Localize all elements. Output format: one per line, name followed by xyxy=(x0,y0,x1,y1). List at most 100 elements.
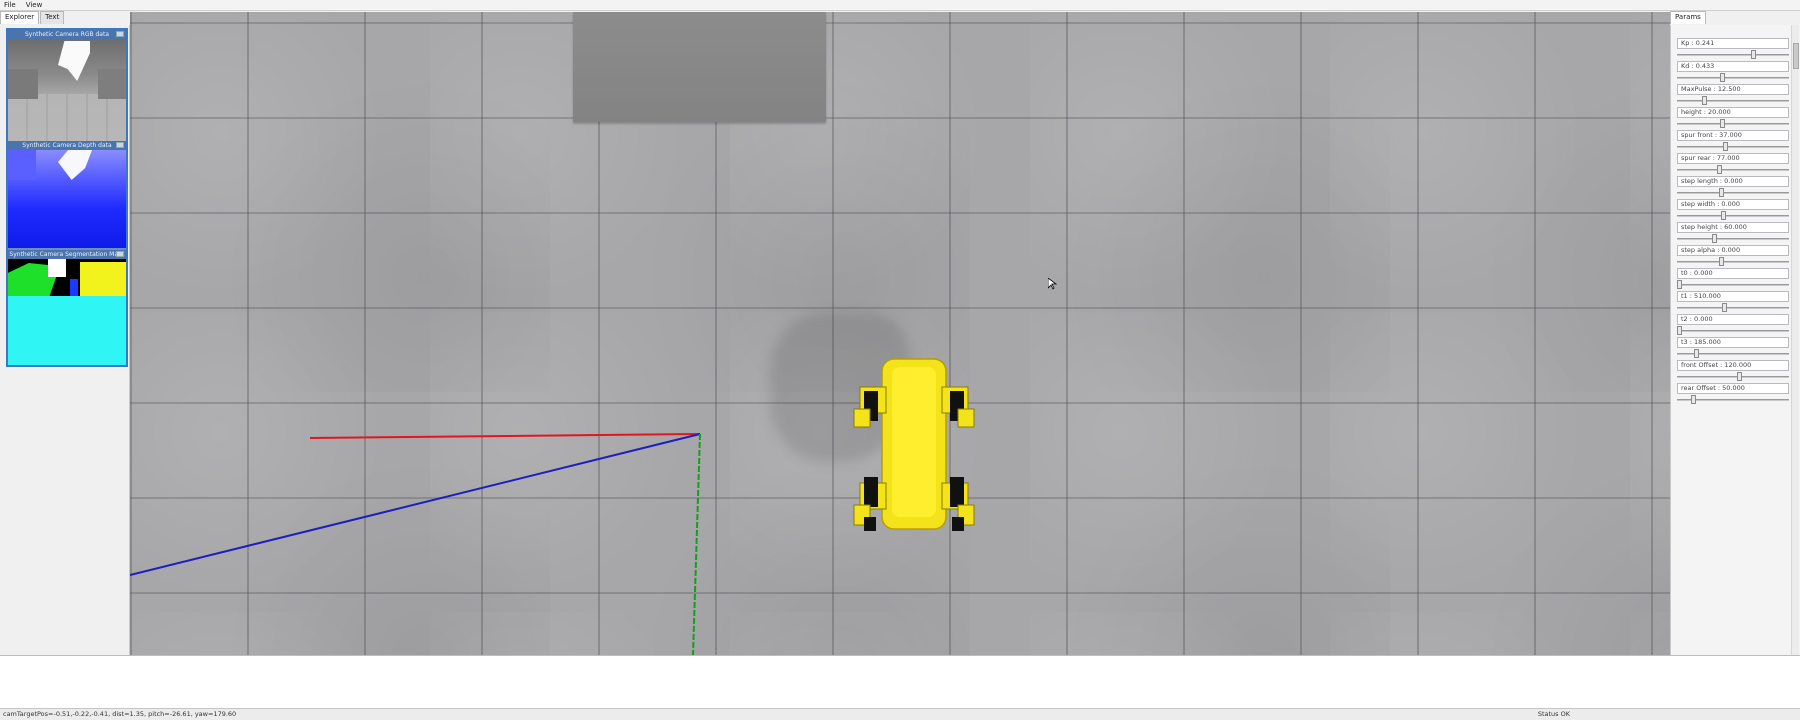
slider-handle[interactable] xyxy=(1717,165,1722,174)
slider-track xyxy=(1677,284,1789,286)
slider-handle[interactable] xyxy=(1677,280,1682,289)
param-value-field[interactable]: Kp : 0.241 xyxy=(1677,38,1789,49)
param-control: step width : 0.000 xyxy=(1677,199,1789,223)
param-slider[interactable] xyxy=(1677,141,1789,152)
param-control: Kd : 0.433 xyxy=(1677,61,1789,85)
param-value-field[interactable]: t2 : 0.000 xyxy=(1677,314,1789,325)
camera-segmentation-title: Synthetic Camera Segmentation Mask xyxy=(8,250,126,259)
param-value-field[interactable]: spur rear : 77.000 xyxy=(1677,153,1789,164)
param-value-field[interactable]: MaxPulse : 12.500 xyxy=(1677,84,1789,95)
slider-handle[interactable] xyxy=(1702,96,1707,105)
param-control: spur rear : 77.000 xyxy=(1677,153,1789,177)
param-slider[interactable] xyxy=(1677,187,1789,198)
param-value-field[interactable]: step height : 60.000 xyxy=(1677,222,1789,233)
param-slider[interactable] xyxy=(1677,95,1789,106)
param-value-field[interactable]: Kd : 0.433 xyxy=(1677,61,1789,72)
tab-text[interactable]: Text xyxy=(40,11,65,24)
menu-view[interactable]: View xyxy=(26,1,43,9)
params-scrollbar[interactable] xyxy=(1791,25,1799,655)
status-ok-text: Status OK xyxy=(1537,710,1570,718)
slider-handle[interactable] xyxy=(1691,395,1696,404)
param-slider[interactable] xyxy=(1677,210,1789,221)
param-slider[interactable] xyxy=(1677,371,1789,382)
slider-track xyxy=(1677,123,1789,125)
explorer-panel: Synthetic Camera RGB data Synthetic Came… xyxy=(0,25,130,655)
quadruped-robot[interactable] xyxy=(850,347,980,547)
param-slider[interactable] xyxy=(1677,348,1789,359)
param-slider[interactable] xyxy=(1677,164,1789,175)
slider-handle[interactable] xyxy=(1719,257,1724,266)
camera-rgb-image xyxy=(8,39,126,141)
param-value-field[interactable]: t0 : 0.000 xyxy=(1677,268,1789,279)
x-axis-line xyxy=(309,433,701,439)
slider-handle[interactable] xyxy=(1719,188,1724,197)
slider-handle[interactable] xyxy=(1721,211,1726,220)
slider-handle[interactable] xyxy=(1720,73,1725,82)
param-value-field[interactable]: t1 : 510.000 xyxy=(1677,291,1789,302)
y-axis-line xyxy=(692,433,701,655)
param-value-field[interactable]: step alpha : 0.000 xyxy=(1677,245,1789,256)
param-control: Kp : 0.241 xyxy=(1677,38,1789,62)
slider-track xyxy=(1677,330,1789,332)
slider-handle[interactable] xyxy=(1720,119,1725,128)
slider-handle[interactable] xyxy=(1722,303,1727,312)
camera-status-text: camTargetPos=-0.51,-0.22,-0.41, dist=1.3… xyxy=(3,710,237,718)
camera-segmentation: Synthetic Camera Segmentation Mask xyxy=(8,250,126,365)
close-icon[interactable] xyxy=(116,142,124,148)
param-control: height : 20.000 xyxy=(1677,107,1789,131)
slider-handle[interactable] xyxy=(1677,326,1682,335)
param-value-field[interactable]: height : 20.000 xyxy=(1677,107,1789,118)
tab-explorer[interactable]: Explorer xyxy=(0,11,40,24)
param-control: t0 : 0.000 xyxy=(1677,268,1789,292)
param-slider[interactable] xyxy=(1677,279,1789,290)
param-control: MaxPulse : 12.500 xyxy=(1677,84,1789,108)
param-value-field[interactable]: rear Offset : 50.000 xyxy=(1677,383,1789,394)
camera-depth: Synthetic Camera Depth data xyxy=(8,141,126,248)
menu-file[interactable]: File xyxy=(4,1,16,9)
console-output[interactable] xyxy=(0,655,1800,708)
slider-track xyxy=(1677,307,1789,309)
slider-handle[interactable] xyxy=(1737,372,1742,381)
slider-track xyxy=(1677,192,1789,194)
status-bar: camTargetPos=-0.51,-0.22,-0.41, dist=1.3… xyxy=(0,708,1800,720)
param-slider[interactable] xyxy=(1677,256,1789,267)
param-slider[interactable] xyxy=(1677,394,1789,405)
param-slider[interactable] xyxy=(1677,233,1789,244)
param-control: t2 : 0.000 xyxy=(1677,314,1789,338)
close-icon[interactable] xyxy=(116,251,124,257)
slider-handle[interactable] xyxy=(1723,142,1728,151)
slider-handle[interactable] xyxy=(1751,50,1756,59)
3d-viewport[interactable] xyxy=(130,12,1670,655)
param-value-field[interactable]: t3 : 185.000 xyxy=(1677,337,1789,348)
tab-params[interactable]: Params xyxy=(1670,11,1706,24)
param-value-field[interactable]: step length : 0.000 xyxy=(1677,176,1789,187)
slider-track xyxy=(1677,261,1789,263)
camera-segmentation-image xyxy=(8,259,126,365)
close-icon[interactable] xyxy=(116,31,124,37)
slider-track xyxy=(1677,146,1789,148)
camera-depth-image xyxy=(8,150,126,248)
synthetic-camera-window: Synthetic Camera RGB data Synthetic Came… xyxy=(6,28,128,367)
param-control: t3 : 185.000 xyxy=(1677,337,1789,361)
param-value-field[interactable]: front Offset : 120.000 xyxy=(1677,360,1789,371)
slider-handle[interactable] xyxy=(1694,349,1699,358)
param-slider[interactable] xyxy=(1677,72,1789,83)
param-slider[interactable] xyxy=(1677,325,1789,336)
param-slider[interactable] xyxy=(1677,49,1789,60)
param-value-field[interactable]: step width : 0.000 xyxy=(1677,199,1789,210)
world-axes xyxy=(130,433,701,655)
slider-handle[interactable] xyxy=(1712,234,1717,243)
scrollbar-thumb[interactable] xyxy=(1793,43,1799,69)
param-control: t1 : 510.000 xyxy=(1677,291,1789,315)
slider-track xyxy=(1677,376,1789,378)
param-slider[interactable] xyxy=(1677,118,1789,129)
slider-track xyxy=(1677,54,1789,56)
param-value-field[interactable]: spur front : 37.000 xyxy=(1677,130,1789,141)
param-control: spur front : 37.000 xyxy=(1677,130,1789,154)
slider-track xyxy=(1677,215,1789,217)
param-control: step alpha : 0.000 xyxy=(1677,245,1789,269)
slider-track xyxy=(1677,238,1789,240)
param-slider[interactable] xyxy=(1677,302,1789,313)
slider-track xyxy=(1677,77,1789,79)
right-tab-bar: Params xyxy=(1670,11,1707,25)
